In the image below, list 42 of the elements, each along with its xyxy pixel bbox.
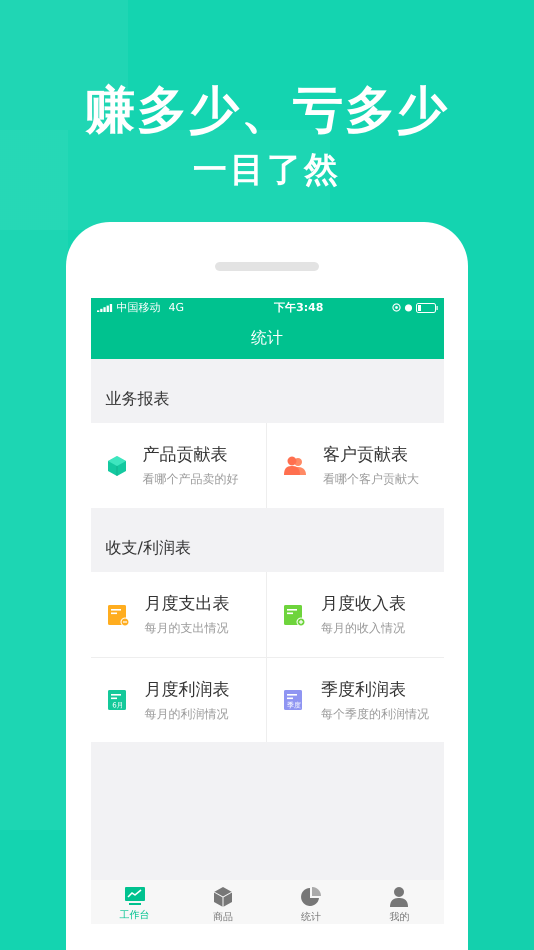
report-title: 月度支出表 <box>144 593 230 615</box>
document-plus-icon <box>283 602 305 626</box>
chart-icon <box>124 886 146 906</box>
box-icon <box>212 886 233 908</box>
headline: 赚多少、亏多少 <box>85 80 449 140</box>
nav-title: 统计 <box>251 328 283 348</box>
report-card[interactable]: 产品贡献表 看哪个产品卖的好 <box>90 423 267 508</box>
tab[interactable]: 我的 <box>355 880 444 924</box>
network-type: 4G <box>168 301 184 314</box>
status-time: 下午3:48 <box>273 300 324 315</box>
battery-icon <box>416 302 438 312</box>
report-card[interactable]: 月度收入表 每月的收入情况 <box>267 572 444 657</box>
person-icon <box>389 886 410 908</box>
tab-label: 我的 <box>389 910 410 924</box>
lock-rotation-icon <box>392 303 400 312</box>
people-icon <box>283 456 307 476</box>
report-title: 月度利润表 <box>144 678 230 700</box>
tab-label: 统计 <box>301 910 322 924</box>
report-card[interactable]: 月度支出表 每月的支出情况 <box>90 572 267 657</box>
tab-label: 商品 <box>212 910 233 924</box>
report-title: 月度收入表 <box>321 593 406 615</box>
tab[interactable]: 统计 <box>267 880 356 924</box>
report-card[interactable]: 客户贡献表 看哪个客户贡献大 <box>267 423 444 508</box>
report-title: 产品贡献表 <box>142 444 228 466</box>
tab[interactable]: 商品 <box>178 880 267 924</box>
report-subtitle: 看哪个产品卖的好 <box>142 471 238 488</box>
carrier: 中国移动 <box>116 300 160 315</box>
report-subtitle: 每月的支出情况 <box>144 620 230 637</box>
report-title: 客户贡献表 <box>323 444 409 466</box>
cube-icon <box>106 454 126 476</box>
report-title: 季度利润表 <box>321 678 407 700</box>
report-subtitle: 看哪个客户贡献大 <box>323 471 419 488</box>
report-subtitle: 每月的利润情况 <box>144 706 230 722</box>
section-title: 业务报表 <box>106 389 170 410</box>
subheadline: 一目了然 <box>193 149 341 192</box>
section-title: 收支/利润表 <box>106 538 191 559</box>
tab-label: 工作台 <box>120 908 150 922</box>
pie-chart-icon <box>300 886 322 908</box>
report-subtitle: 每个季度的利润情况 <box>321 706 429 722</box>
signal-icon <box>96 304 112 312</box>
report-subtitle: 每月的收入情况 <box>321 620 406 637</box>
document-minus-icon <box>106 602 128 626</box>
